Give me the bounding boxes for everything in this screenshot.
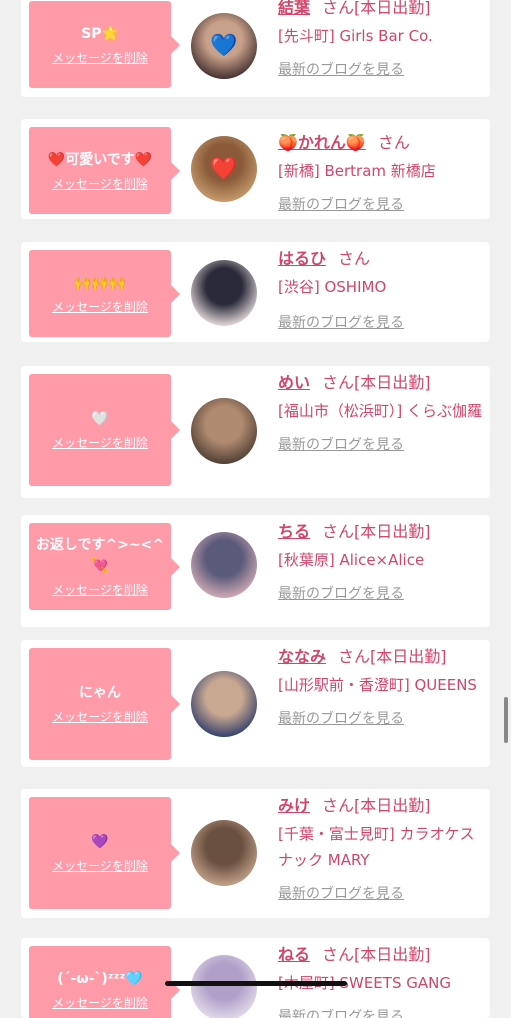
cast-name-link[interactable]: 🍑かれん🍑 — [278, 133, 366, 152]
scrollbar-thumb[interactable] — [504, 697, 508, 743]
message-text: お返しです^>~<^💘 — [35, 537, 165, 574]
latest-blog-link[interactable]: 最新のブログを見る — [278, 708, 486, 728]
cast-avatar[interactable] — [191, 671, 257, 737]
honorific: さん — [322, 0, 355, 17]
cast-avatar[interactable]: 💙 — [191, 13, 257, 79]
message-text: (´-ω-`)ᶻᶻᶻ🩵 — [57, 970, 143, 987]
shop-name: [先斗町] Girls Bar Co. — [278, 27, 433, 45]
message-bubble: お返しです^>~<^💘 メッセージを削除 — [29, 523, 180, 610]
favorite-card: にゃんメッセージを削除 ななみ さん[本日出勤] [山形駅前・香澄町] QUEENS 最… — [21, 640, 490, 767]
shop-name: [渋谷] OSHIMO — [278, 278, 387, 296]
message-text: ❤️可愛いです❤️ — [47, 151, 153, 168]
cast-name-link[interactable]: ちる — [278, 522, 310, 541]
shop-name: [山形駅前・香澄町] QUEENS — [278, 676, 477, 694]
name-line: めい さん[本日出勤] — [278, 372, 486, 394]
message-text: SP🌟 — [81, 25, 119, 42]
honorific: さん — [322, 945, 355, 964]
favorite-card: (´-ω-`)ᶻᶻᶻ🩵 メッセージを削除 ねる さん[本日出勤] [木屋町] SWEET… — [21, 938, 490, 1018]
home-indicator — [165, 981, 347, 986]
latest-blog-link[interactable]: 最新のブログを見る — [278, 312, 486, 332]
cast-avatar[interactable] — [191, 955, 257, 1018]
favorite-card: お返しです^>~<^💘 メッセージを削除 ちる さん[本日出勤] [秋葉原] Alice… — [21, 515, 490, 627]
cast-info: はるひ さん [渋谷] OSHIMO 最新のブログを見る — [278, 248, 486, 332]
honorific: さん — [322, 373, 355, 392]
cast-info: みけ さん[本日出勤] [千葉・富士見町] カラオケスナック MARY 最新のブログを… — [278, 795, 486, 903]
cast-info: ちる さん[本日出勤] [秋葉原] Alice×Alice 最新のブログを見る — [278, 521, 486, 603]
favorite-card: 💜 メッセージを削除 みけ さん[本日出勤] [千葉・富士見町] カラオケスナック MA… — [21, 789, 490, 918]
message-text: にゃん — [79, 685, 121, 701]
honorific: さん — [322, 796, 355, 815]
favorite-card: 🙌🙌🙌 メッセージを削除 はるひ さん [渋谷] OSHIMO 最新のブログを見る — [21, 242, 490, 342]
cast-info: めい さん[本日出勤] [福山市（松浜町）] くらぶ伽羅 最新のブログを見る — [278, 372, 486, 454]
message-text: 🙌🙌🙌 — [73, 274, 127, 291]
cast-avatar[interactable] — [191, 820, 257, 886]
cast-info: ななみ さん[本日出勤] [山形駅前・香澄町] QUEENS 最新のブログを見る — [278, 646, 486, 728]
name-line: みけ さん[本日出勤] — [278, 795, 486, 817]
shop-name: [福山市（松浜町）] くらぶ伽羅 — [278, 402, 482, 420]
cast-info: 結葉 さん[本日出勤] [先斗町] Girls Bar Co. 最新のブログを見る — [278, 0, 486, 79]
message-text: 💜 — [91, 834, 109, 850]
favorite-card: SP🌟 メッセージを削除 💙 結葉 さん[本日出勤] [先斗町] Girls Bar Co… — [21, 0, 490, 97]
shop-name: [秋葉原] Alice×Alice — [278, 551, 425, 569]
latest-blog-link[interactable]: 最新のブログを見る — [278, 194, 486, 214]
latest-blog-link[interactable]: 最新のブログを見る — [278, 883, 486, 903]
honorific: さん — [322, 522, 355, 541]
message-bubble: 🙌🙌🙌 メッセージを削除 — [29, 250, 180, 337]
red-heart-icon: ❤️ — [210, 156, 238, 182]
latest-blog-link[interactable]: 最新のブログを見る — [278, 583, 486, 603]
cast-name-link[interactable]: はるひ — [278, 249, 326, 268]
work-status: [本日出勤] — [354, 796, 431, 815]
cast-name-link[interactable]: ねる — [278, 945, 310, 964]
cast-name-link[interactable]: ななみ — [278, 647, 326, 666]
name-line: ねる さん[本日出勤] — [278, 944, 486, 966]
work-status: [本日出勤] — [354, 0, 431, 17]
honorific: さん — [338, 249, 371, 268]
message-text: 🤍 — [91, 411, 109, 427]
message-bubble: にゃんメッセージを削除 — [29, 648, 180, 760]
cast-avatar[interactable] — [191, 398, 257, 464]
message-bubble: 🤍 メッセージを削除 — [29, 374, 180, 486]
cast-info: 🍑かれん🍑 さん [新橋] Bertram 新橋店最新のブログを見る — [278, 132, 486, 214]
delete-message-link[interactable]: メッセージを削除 — [52, 857, 148, 874]
message-bubble: ❤️可愛いです❤️ メッセージを削除 — [29, 127, 180, 214]
cast-name-link[interactable]: 結葉 — [278, 0, 310, 17]
favorite-card: ❤️可愛いです❤️ メッセージを削除 ❤️ 🍑かれん🍑 さん [新橋] Bertram 新… — [21, 119, 490, 219]
shop-name: [新橋] Bertram 新橋店 — [278, 162, 436, 180]
name-line: ななみ さん[本日出勤] — [278, 646, 486, 668]
work-status: [本日出勤] — [370, 647, 447, 666]
delete-message-link[interactable]: メッセージを削除 — [52, 708, 148, 725]
honorific: さん — [338, 647, 371, 666]
favorite-card: 🤍 メッセージを削除 めい さん[本日出勤] [福山市（松浜町）] くらぶ伽羅 最新のブロ… — [21, 366, 490, 498]
latest-blog-link[interactable]: 最新のブログを見る — [278, 59, 486, 79]
cast-name-link[interactable]: みけ — [278, 796, 310, 815]
honorific: さん — [377, 133, 410, 152]
name-line: ちる さん[本日出勤] — [278, 521, 486, 543]
delete-message-link[interactable]: メッセージを削除 — [52, 49, 148, 66]
work-status: [本日出勤] — [354, 373, 431, 392]
message-bubble: (´-ω-`)ᶻᶻᶻ🩵 メッセージを削除 — [29, 946, 180, 1018]
delete-message-link[interactable]: メッセージを削除 — [52, 175, 148, 192]
cast-avatar[interactable] — [191, 260, 257, 326]
delete-message-link[interactable]: メッセージを削除 — [52, 994, 148, 1011]
name-line: はるひ さん — [278, 248, 486, 270]
work-status: [本日出勤] — [354, 522, 431, 541]
work-status: [本日出勤] — [354, 945, 431, 964]
cast-name-link[interactable]: めい — [278, 373, 310, 392]
message-bubble: 💜 メッセージを削除 — [29, 797, 180, 909]
latest-blog-link[interactable]: 最新のブログを見る — [278, 434, 486, 454]
message-bubble: SP🌟 メッセージを削除 — [29, 1, 180, 88]
name-line: 結葉 さん[本日出勤] — [278, 0, 486, 19]
blue-heart-icon: 💙 — [210, 33, 238, 59]
shop-name: [千葉・富士見町] カラオケスナック MARY — [278, 825, 475, 869]
latest-blog-link[interactable]: 最新のブログを見る — [278, 1006, 486, 1018]
delete-message-link[interactable]: メッセージを削除 — [52, 581, 148, 598]
name-line: 🍑かれん🍑 さん — [278, 132, 486, 154]
delete-message-link[interactable]: メッセージを削除 — [52, 298, 148, 315]
delete-message-link[interactable]: メッセージを削除 — [52, 434, 148, 451]
cast-avatar[interactable] — [191, 532, 257, 598]
cast-avatar[interactable]: ❤️ — [191, 136, 257, 202]
